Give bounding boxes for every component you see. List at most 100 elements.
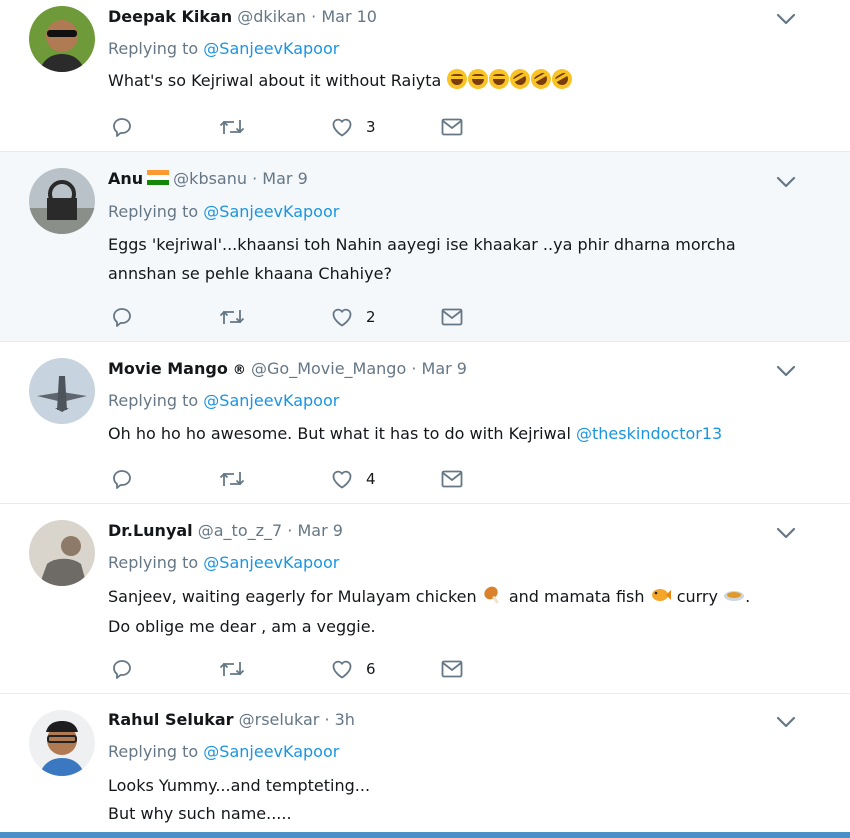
reply-mention-link[interactable]: @SanjeevKapoor	[203, 202, 339, 221]
replying-to: Replying to @SanjeevKapoor	[108, 552, 339, 574]
reply-button[interactable]	[110, 466, 134, 492]
tweet-header: Rahul Selukar @rselukar · 3h	[108, 710, 355, 730]
tweet[interactable]: Deepak Kikan @dkikan · Mar 10 Replying t…	[0, 0, 850, 152]
timestamp[interactable]: Mar 9	[297, 521, 342, 540]
heart-icon	[330, 115, 354, 139]
retweet-button[interactable]	[218, 656, 246, 682]
retweet-button[interactable]	[218, 466, 246, 492]
retweet-button[interactable]	[218, 304, 246, 330]
tweet-text-part: and mamata fish	[508, 587, 645, 606]
reply-button[interactable]	[110, 656, 134, 682]
tweet-text-part: .	[745, 587, 751, 606]
laughing-emoji-icon	[447, 69, 468, 89]
timestamp[interactable]: Mar 9	[262, 169, 307, 188]
reply-mention-link[interactable]: @SanjeevKapoor	[203, 553, 339, 572]
tweet-text-line: Oh ho ho ho awesome. But what it has to …	[108, 424, 571, 443]
handle[interactable]: @a_to_z_7	[198, 521, 282, 540]
tweet-text-line: But why such name.....	[108, 804, 292, 823]
separator: ·	[324, 710, 330, 729]
reply-mention-link[interactable]: @SanjeevKapoor	[203, 742, 339, 761]
registered-badge: ®	[232, 363, 246, 378]
like-button[interactable]: 2	[330, 304, 376, 330]
bottom-border	[0, 832, 850, 838]
display-name[interactable]: Dr.Lunyal	[108, 521, 193, 540]
india-flag-icon	[147, 170, 170, 185]
heart-icon	[330, 657, 354, 681]
separator: ·	[252, 169, 258, 188]
laughing-emoji-icon	[489, 69, 510, 89]
timestamp[interactable]: Mar 9	[422, 359, 467, 378]
direct-message-button[interactable]	[440, 656, 464, 682]
like-count: 3	[366, 118, 376, 136]
tweet-text-line: Do oblige me dear , am a veggie.	[108, 617, 376, 636]
display-name[interactable]: Rahul Selukar	[108, 710, 234, 729]
tweet[interactable]: Movie Mango ® @Go_Movie_Mango · Mar 9 Re…	[0, 342, 850, 504]
tweet-actions: 2	[108, 304, 528, 330]
chevron-down-icon[interactable]	[776, 175, 796, 189]
replying-to: Replying to @SanjeevKapoor	[108, 390, 339, 412]
display-name[interactable]: Deepak Kikan	[108, 7, 232, 26]
chevron-down-icon[interactable]	[776, 715, 796, 729]
reply-mention-link[interactable]: @SanjeevKapoor	[203, 391, 339, 410]
tweet[interactable]: Dr.Lunyal @a_to_z_7 · Mar 9 Replying to …	[0, 504, 850, 694]
direct-message-button[interactable]	[440, 304, 464, 330]
avatar[interactable]	[29, 168, 95, 234]
replying-to: Replying to @SanjeevKapoor	[108, 38, 339, 60]
tweet-header: Dr.Lunyal @a_to_z_7 · Mar 9	[108, 521, 343, 541]
direct-message-button[interactable]	[440, 466, 464, 492]
tweet-text: Sanjeev, waiting eagerly for Mulayam chi…	[108, 582, 750, 612]
separator: ·	[311, 7, 317, 26]
avatar[interactable]	[29, 6, 95, 72]
chevron-down-icon[interactable]	[776, 364, 796, 378]
reply-icon	[110, 657, 134, 681]
tweet-actions: 4	[108, 466, 528, 492]
tweet-text-line: annshan se pehle khaana Chahiye?	[108, 264, 392, 283]
rofl-emoji-icon	[548, 65, 577, 93]
handle[interactable]: @kbsanu	[173, 169, 247, 188]
like-button[interactable]: 3	[330, 114, 376, 140]
envelope-icon	[440, 467, 464, 491]
tweet[interactable]: Rahul Selukar @rselukar · 3h Replying to…	[0, 694, 850, 838]
handle[interactable]: @rselukar	[239, 710, 320, 729]
tweet-text-line: Eggs 'kejriwal'...khaansi toh Nahin aaye…	[108, 235, 736, 254]
handle[interactable]: @dkikan	[237, 7, 306, 26]
like-button[interactable]: 6	[330, 656, 376, 682]
chevron-down-icon[interactable]	[776, 12, 796, 26]
separator: ·	[411, 359, 417, 378]
reply-button[interactable]	[110, 304, 134, 330]
laughing-emoji-icon	[468, 69, 489, 89]
avatar[interactable]	[29, 358, 95, 424]
retweet-icon	[218, 657, 246, 681]
envelope-icon	[440, 305, 464, 329]
retweet-button[interactable]	[218, 114, 246, 140]
retweet-icon	[218, 115, 246, 139]
replying-to-label: Replying to	[108, 742, 199, 761]
timestamp[interactable]: 3h	[335, 710, 355, 729]
avatar[interactable]	[29, 520, 95, 586]
reply-button[interactable]	[110, 114, 134, 140]
reply-icon	[110, 467, 134, 491]
reply-mention-link[interactable]: @SanjeevKapoor	[203, 39, 339, 58]
display-name[interactable]: Movie Mango	[108, 359, 228, 378]
reply-icon	[110, 305, 134, 329]
direct-message-button[interactable]	[440, 114, 464, 140]
chevron-down-icon[interactable]	[776, 526, 796, 540]
reply-icon	[110, 115, 134, 139]
like-button[interactable]: 4	[330, 466, 376, 492]
timestamp[interactable]: Mar 10	[321, 7, 377, 26]
handle[interactable]: @Go_Movie_Mango	[251, 359, 406, 378]
avatar[interactable]	[29, 710, 95, 776]
tweet-actions: 6	[108, 656, 528, 682]
display-name[interactable]: Anu	[108, 169, 143, 188]
tweet-text-line: Looks Yummy...and tempteting...	[108, 776, 371, 795]
text-mention-link[interactable]: @theskindoctor13	[576, 424, 722, 443]
like-count: 6	[366, 660, 376, 678]
separator: ·	[287, 521, 293, 540]
fish-emoji-icon	[651, 589, 671, 601]
like-count: 2	[366, 308, 376, 326]
chicken-leg-emoji-icon	[484, 586, 499, 604]
tweet[interactable]: Anu @kbsanu · Mar 9 Replying to @SanjeevK…	[0, 152, 850, 342]
replying-to-label: Replying to	[108, 391, 199, 410]
retweet-icon	[218, 467, 246, 491]
replying-to-label: Replying to	[108, 39, 199, 58]
